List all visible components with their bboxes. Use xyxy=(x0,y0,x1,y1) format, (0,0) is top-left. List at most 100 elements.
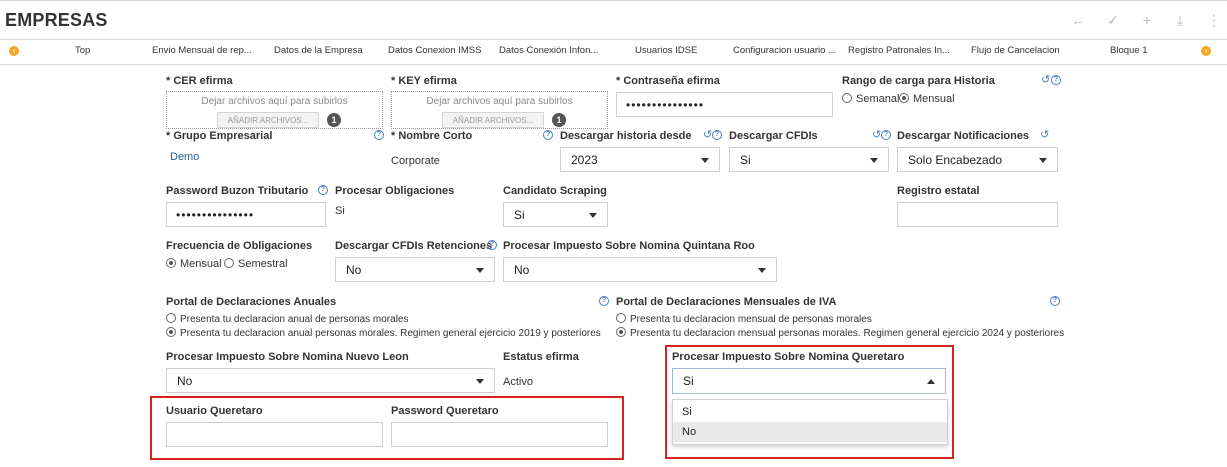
rango-semanal-option[interactable]: Semanal xyxy=(842,93,899,105)
portal-anuales-option-1[interactable]: Presenta tu declaracion anual de persona… xyxy=(166,313,408,325)
contrasena-efirma-field[interactable]: ••••••••••••••• xyxy=(616,92,833,117)
dropdown-option-no[interactable]: No xyxy=(673,422,947,442)
password-buzon-label: Password Buzon Tributario xyxy=(166,185,309,197)
radio-icon[interactable] xyxy=(842,93,852,103)
plus-icon[interactable]: + xyxy=(1139,12,1155,28)
history-icon[interactable]: ↺ xyxy=(1041,73,1050,86)
help-icon[interactable]: ? xyxy=(1050,296,1060,306)
help-icon[interactable]: ? xyxy=(881,130,891,140)
download-icon[interactable]: ⤓ xyxy=(1172,12,1188,29)
radio-icon[interactable] xyxy=(166,313,176,323)
radio-icon[interactable] xyxy=(224,258,234,268)
tab-configuracion-usuario[interactable]: Configuracion usuario ... xyxy=(733,45,836,56)
tab-envio-mensual[interactable]: Envio Mensual de rep... xyxy=(152,45,252,56)
descargar-cfdis-select[interactable]: Si xyxy=(729,147,889,172)
page-title: EMPRESAS xyxy=(5,10,108,30)
candidato-scraping-label: Candidato Scraping xyxy=(503,185,607,197)
tab-datos-conexion-infonavit[interactable]: Datos Conexión Infon... xyxy=(499,45,598,56)
key-file-count-badge: 1 xyxy=(552,113,566,127)
rango-mensual-option[interactable]: Mensual xyxy=(899,93,955,105)
descargar-historia-value: 2023 xyxy=(571,153,598,167)
frecuencia-obligaciones-label: Frecuencia de Obligaciones xyxy=(166,240,313,252)
help-icon[interactable]: ? xyxy=(318,185,328,195)
portal-anuales-label: Portal de Declaraciones Anuales xyxy=(166,296,337,308)
grupo-empresarial-link[interactable]: Demo xyxy=(170,151,199,163)
portal-anuales-option-2[interactable]: Presenta tu declaracion anual personas m… xyxy=(166,327,601,339)
portal-mensuales-option-1[interactable]: Presenta tu declaracion mensual de perso… xyxy=(616,313,872,325)
portal-mensuales-option-2[interactable]: Presenta tu declaracion mensual personas… xyxy=(616,327,1064,339)
cer-dropzone[interactable]: Dejar archivos aquí para subirlos AÑADIR… xyxy=(166,91,383,129)
registro-estatal-label: Registro estatal xyxy=(897,185,980,197)
help-icon[interactable]: ? xyxy=(374,130,384,140)
isn-queretaro-select[interactable]: Si xyxy=(672,368,946,394)
key-dropzone[interactable]: Dejar archivos aquí para subirlos AÑADIR… xyxy=(391,91,608,129)
tab-datos-empresa[interactable]: Datos de la Empresa xyxy=(274,45,363,56)
cfdis-retenciones-select[interactable]: No xyxy=(335,257,495,282)
descargar-historia-label: Descargar historia desde xyxy=(560,130,692,142)
help-icon[interactable]: ? xyxy=(599,296,609,306)
estatus-efirma-label: Estatus efirma xyxy=(503,351,579,363)
arrow-left-icon[interactable]: ← xyxy=(1070,12,1086,28)
help-icon[interactable]: ? xyxy=(543,130,553,140)
grupo-empresarial-label: * Grupo Empresarial xyxy=(166,130,273,142)
isn-nuevo-leon-label: Procesar Impuesto Sobre Nomina Nuevo Leo… xyxy=(166,351,409,363)
isn-queretaro-value: Si xyxy=(683,374,694,388)
chevron-down-icon xyxy=(1039,158,1047,163)
candidato-scraping-select[interactable]: Si xyxy=(503,202,608,227)
more-vertical-icon[interactable]: ⋮ xyxy=(1206,12,1222,29)
cer-drop-text: Dejar archivos aquí para subirlos xyxy=(201,96,348,107)
dropdown-option-si[interactable]: Si xyxy=(673,402,947,422)
contrasena-efirma-label: * Contraseña efirma xyxy=(616,75,720,87)
tab-datos-conexion-imss[interactable]: Datos Conexion IMSS xyxy=(388,45,481,56)
descargar-notificaciones-select[interactable]: Solo Encabezado xyxy=(897,147,1058,172)
procesar-obligaciones-value: Si xyxy=(335,205,345,217)
password-buzon-field[interactable]: ••••••••••••••• xyxy=(166,202,326,227)
cer-add-files-button[interactable]: AÑADIR ARCHIVOS... xyxy=(217,112,319,128)
help-icon[interactable]: ? xyxy=(487,240,497,250)
check-icon[interactable]: ✓ xyxy=(1105,12,1121,29)
radio-checked-icon[interactable] xyxy=(616,327,626,337)
contrasena-efirma-value: ••••••••••••••• xyxy=(626,98,705,112)
rango-carga-label: Rango de carga para Historia xyxy=(842,75,995,87)
chevron-left-icon[interactable]: ‹ xyxy=(9,46,19,56)
descargar-historia-select[interactable]: 2023 xyxy=(560,147,720,172)
tab-bloque-1[interactable]: Bloque 1 xyxy=(1110,45,1148,56)
history-icon[interactable]: ↺ xyxy=(703,128,712,141)
isn-quintana-roo-select[interactable]: No xyxy=(503,257,777,282)
isn-nuevo-leon-select[interactable]: No xyxy=(166,368,495,393)
radio-checked-icon[interactable] xyxy=(166,327,176,337)
portal-mensuales-option-2-label: Presenta tu declaracion mensual personas… xyxy=(630,328,1065,339)
key-efirma-label: * KEY efirma xyxy=(391,75,457,87)
password-queretaro-label: Password Queretaro xyxy=(391,405,499,417)
registro-estatal-field[interactable] xyxy=(897,202,1058,227)
portal-anuales-option-2-label: Presenta tu declaracion anual personas m… xyxy=(180,328,601,339)
usuario-queretaro-field[interactable] xyxy=(166,422,383,447)
rango-semanal-label: Semanal xyxy=(856,93,900,105)
isn-queretaro-dropdown-menu: Si No xyxy=(672,399,948,445)
cfdis-retenciones-value: No xyxy=(346,263,362,277)
frecuencia-semestral-option[interactable]: Semestral xyxy=(224,258,288,270)
radio-checked-icon[interactable] xyxy=(899,93,909,103)
key-add-files-button[interactable]: AÑADIR ARCHIVOS... xyxy=(442,112,544,128)
tab-top[interactable]: Top xyxy=(75,45,90,56)
history-icon[interactable]: ↺ xyxy=(1040,128,1049,141)
procesar-obligaciones-label: Procesar Obligaciones xyxy=(335,185,455,197)
descargar-cfdis-label: Descargar CFDIs xyxy=(729,130,818,142)
history-icon[interactable]: ↺ xyxy=(872,128,881,141)
help-icon[interactable]: ? xyxy=(1051,75,1061,85)
nombre-corto-value: Corporate xyxy=(391,155,440,167)
candidato-scraping-value: Si xyxy=(514,208,525,222)
cfdis-retenciones-label: Descargar CFDIs Retenciones xyxy=(335,240,493,252)
radio-checked-icon[interactable] xyxy=(166,258,176,268)
password-queretaro-field[interactable] xyxy=(391,422,608,447)
tab-flujo-cancelacion[interactable]: Flujo de Cancelacion xyxy=(971,45,1060,56)
radio-icon[interactable] xyxy=(616,313,626,323)
frecuencia-mensual-option[interactable]: Mensual xyxy=(166,258,222,270)
chevron-right-icon[interactable]: › xyxy=(1201,46,1211,56)
tab-usuarios-idse[interactable]: Usuarios IDSE xyxy=(635,45,697,56)
help-icon[interactable]: ? xyxy=(712,130,722,140)
password-buzon-value: ••••••••••••••• xyxy=(176,208,255,222)
top-border xyxy=(0,0,1227,1)
descargar-notificaciones-value: Solo Encabezado xyxy=(908,153,1003,167)
tab-registro-patronales[interactable]: Registro Patronales In... xyxy=(848,45,950,56)
